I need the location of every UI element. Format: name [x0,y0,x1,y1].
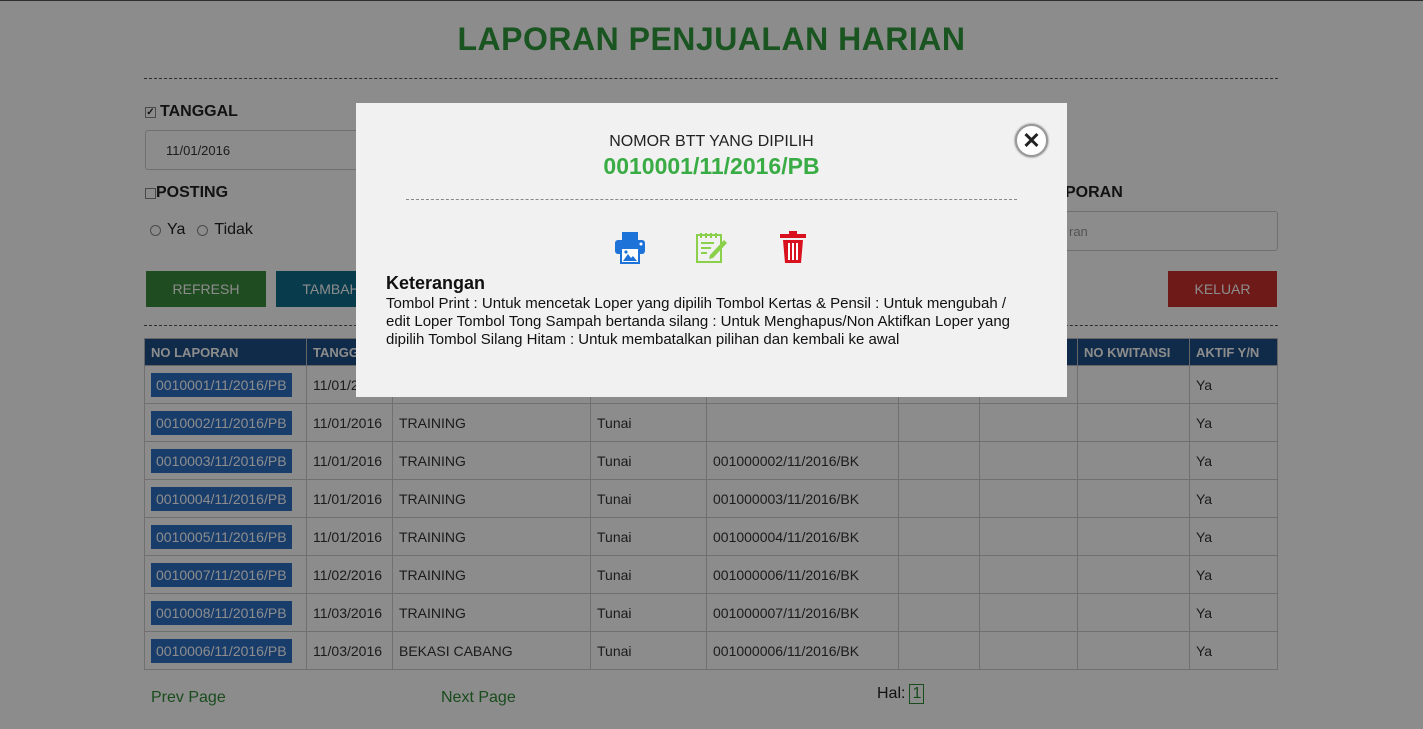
close-icon[interactable]: ✕ [1015,124,1048,157]
keterangan-text: Tombol Print : Untuk mencetak Loper yang… [386,295,1011,348]
modal-divider [406,199,1017,200]
edit-icon[interactable] [693,229,729,265]
print-icon[interactable] [612,229,648,265]
selection-modal: NOMOR BTT YANG DIPILIH 0010001/11/2016/P… [356,103,1067,397]
modal-heading: NOMOR BTT YANG DIPILIH [609,133,814,150]
keterangan-title: Keterangan [386,273,486,293]
trash-icon[interactable] [775,229,811,265]
selected-number: 0010001/11/2016/PB [603,153,820,179]
